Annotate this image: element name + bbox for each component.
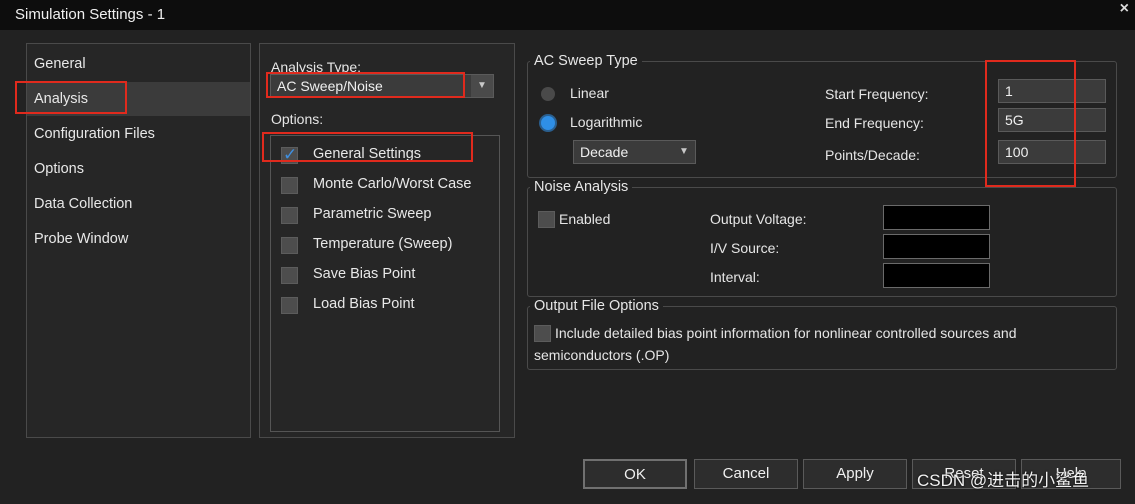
category-list: General Analysis Configuration Files Opt… [26, 43, 251, 438]
iv-source-input[interactable] [883, 234, 990, 259]
checkbox-icon[interactable] [281, 207, 298, 224]
output-file-options-legend: Output File Options [530, 298, 663, 314]
include-bias-label-line1[interactable]: Include detailed bias point information … [555, 325, 1017, 341]
window-title: Simulation Settings - 1 [15, 6, 166, 23]
watermark: CSDN @进击的小鲨鱼 [917, 471, 1090, 490]
option-label: Monte Carlo/Worst Case [313, 176, 472, 192]
interval-label: Interval: [710, 269, 760, 285]
chevron-down-icon: ▼ [673, 141, 695, 163]
cancel-button[interactable]: Cancel [694, 459, 798, 489]
option-label: Parametric Sweep [313, 206, 432, 222]
ac-sweep-type-legend: AC Sweep Type [530, 53, 642, 69]
end-frequency-label: End Frequency: [825, 115, 924, 131]
noise-analysis-legend: Noise Analysis [530, 179, 633, 195]
nav-item-general[interactable]: General [27, 47, 250, 81]
checkbox-icon[interactable] [538, 211, 555, 228]
option-general-settings[interactable]: General Settings [271, 142, 499, 168]
options-label: Options: [271, 111, 324, 127]
option-label: Load Bias Point [313, 296, 415, 312]
interval-input[interactable] [883, 263, 990, 288]
analysis-type-value: AC Sweep/Noise [277, 78, 383, 94]
ok-button[interactable]: OK [583, 459, 687, 489]
end-frequency-input[interactable]: 5G [998, 108, 1106, 132]
option-temperature-sweep[interactable]: Temperature (Sweep) [271, 232, 499, 258]
option-monte-carlo[interactable]: Monte Carlo/Worst Case [271, 172, 499, 198]
checkbox-icon[interactable] [534, 325, 551, 342]
analysis-type-select[interactable]: AC Sweep/Noise ▼ [270, 74, 494, 98]
noise-analysis-group [527, 187, 1117, 297]
nav-item-data-collection[interactable]: Data Collection [27, 187, 250, 221]
analysis-type-label: Analysis Type: [271, 59, 362, 75]
option-label: Save Bias Point [313, 266, 416, 282]
include-bias-label-line2[interactable]: semiconductors (.OP) [534, 347, 669, 363]
start-frequency-input[interactable]: 1 [998, 79, 1106, 103]
option-load-bias-point[interactable]: Load Bias Point [271, 292, 499, 318]
nav-item-analysis[interactable]: Analysis [27, 82, 250, 116]
noise-enabled-label[interactable]: Enabled [559, 211, 610, 227]
start-frequency-label: Start Frequency: [825, 86, 929, 102]
output-voltage-label: Output Voltage: [710, 211, 807, 227]
checkbox-icon[interactable] [281, 297, 298, 314]
logarithmic-label[interactable]: Logarithmic [570, 114, 642, 130]
linear-label[interactable]: Linear [570, 85, 609, 101]
output-voltage-input[interactable] [883, 205, 990, 230]
checkbox-icon[interactable] [281, 237, 298, 254]
option-label: General Settings [313, 146, 422, 162]
points-per-decade-input[interactable]: 100 [998, 140, 1106, 164]
checkbox-icon[interactable] [281, 267, 298, 284]
points-per-decade-label: Points/Decade: [825, 147, 920, 163]
radio-linear-icon[interactable] [541, 87, 555, 101]
nav-item-configuration-files[interactable]: Configuration Files [27, 117, 250, 151]
option-parametric-sweep[interactable]: Parametric Sweep [271, 202, 499, 228]
apply-button[interactable]: Apply [803, 459, 907, 489]
options-list: General Settings Monte Carlo/Worst Case … [270, 135, 500, 432]
nav-item-probe-window[interactable]: Probe Window [27, 222, 250, 256]
option-save-bias-point[interactable]: Save Bias Point [271, 262, 499, 288]
checkbox-icon[interactable] [281, 177, 298, 194]
radio-logarithmic-icon[interactable] [541, 116, 555, 130]
chevron-down-icon: ▼ [471, 75, 493, 97]
simulation-settings-dialog: Simulation Settings - 1 × General Analys… [0, 0, 1135, 504]
option-label: Temperature (Sweep) [313, 236, 453, 252]
scale-select[interactable]: Decade ▼ [573, 140, 696, 164]
title-bar: Simulation Settings - 1 × [0, 0, 1135, 30]
scale-value: Decade [580, 144, 629, 160]
iv-source-label: I/V Source: [710, 240, 780, 256]
nav-item-options[interactable]: Options [27, 152, 250, 186]
checkbox-checked-icon[interactable] [281, 145, 298, 165]
close-icon[interactable]: × [1120, 0, 1129, 18]
